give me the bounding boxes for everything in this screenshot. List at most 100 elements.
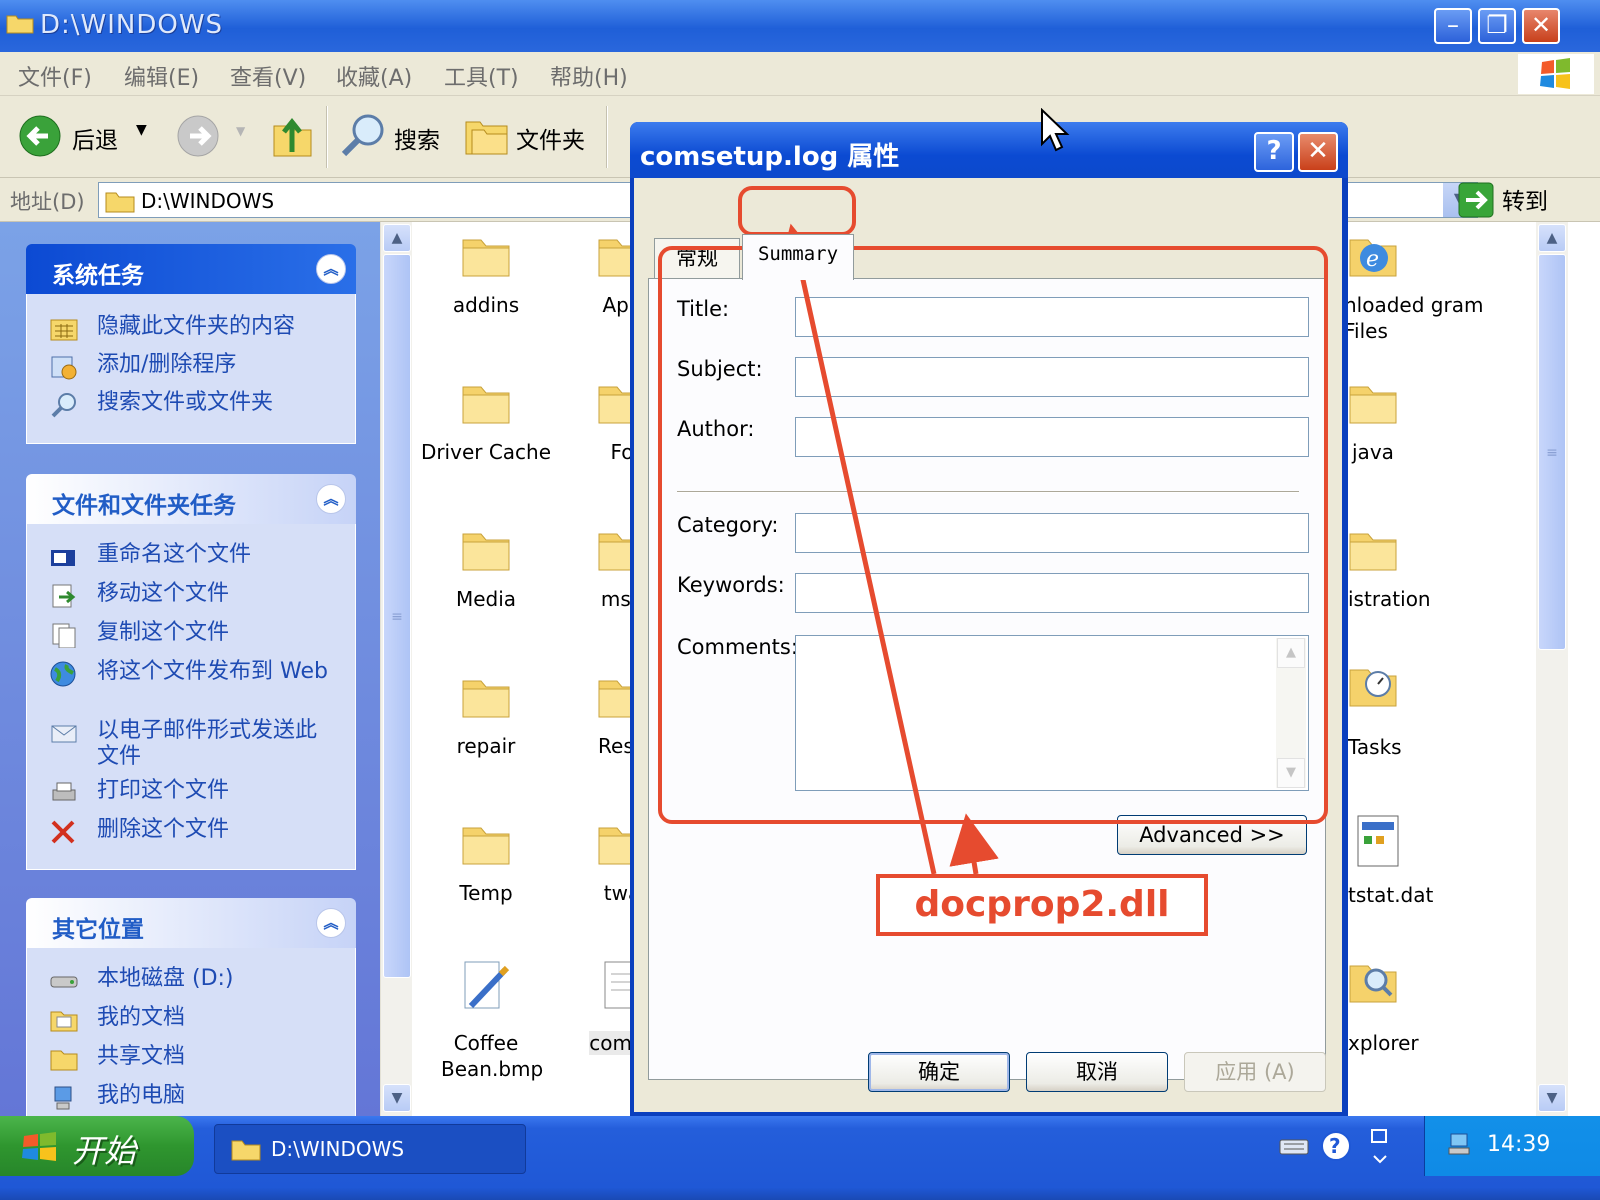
apply-button[interactable]: 应用 (A) [1184, 1052, 1326, 1092]
scroll-up-icon[interactable]: ▲ [1538, 224, 1566, 252]
move-file-icon [52, 584, 76, 608]
svg-text:e: e [1366, 247, 1379, 272]
back-button[interactable]: 后退 [72, 121, 118, 155]
paint-image-icon [461, 958, 511, 1016]
go-arrow-icon[interactable] [1458, 182, 1494, 218]
folder-grid-icon [50, 319, 78, 341]
my-documents-icon [50, 1011, 78, 1032]
up-folder-icon[interactable] [272, 112, 314, 158]
annotation-label: docprop2.dll [876, 874, 1208, 936]
restore-button[interactable]: ❐ [1478, 8, 1516, 44]
menu-help[interactable]: 帮助(H) [550, 60, 628, 92]
taskbar: 开始 D:\WINDOWS ? 14:39 [0, 1116, 1600, 1200]
delete-x-icon [51, 820, 75, 844]
mouse-cursor-icon [1041, 108, 1070, 152]
folder-icon [461, 820, 511, 866]
collapse-chevron-icon[interactable]: ︽ [316, 908, 346, 938]
scroll-thumb[interactable]: ≡ [383, 254, 411, 978]
help-button[interactable]: ? [1254, 132, 1294, 172]
folder-icon [6, 15, 34, 34]
dialog-close-button[interactable]: ✕ [1298, 132, 1338, 172]
file-area-scrollbar[interactable]: ▲ ≡ ▼ [1536, 222, 1568, 1116]
search-icon [51, 393, 76, 418]
ok-button[interactable]: 确定 [868, 1052, 1010, 1092]
go-button[interactable]: 转到 [1502, 182, 1548, 216]
folder-icon [1348, 379, 1398, 425]
system-tasks-panel: 隐藏此文件夹的内容 添加/删除程序 搜索文件或文件夹 [26, 294, 356, 444]
start-label: 开始 [72, 1132, 137, 1170]
window-title: D:\WINDOWS [40, 10, 224, 40]
add-remove-programs-icon [51, 356, 77, 380]
system-tasks-title: 系统任务 [52, 263, 144, 289]
language-bar-icon[interactable] [1368, 1126, 1392, 1168]
windows-logo-icon [22, 1132, 56, 1161]
collapse-chevron-icon[interactable]: ︽ [316, 484, 346, 514]
folders-icon[interactable] [464, 114, 510, 156]
dat-file-icon [1354, 814, 1404, 870]
folder-icon [231, 1140, 261, 1161]
minimize-button[interactable]: – [1434, 8, 1472, 44]
folder-icon [105, 192, 135, 213]
clock: 14:39 [1487, 1132, 1551, 1157]
windows-logo-icon [1518, 54, 1594, 94]
folder-icon [461, 526, 511, 572]
task-pane-scrollbar[interactable]: ▲ ≡ ▼ [380, 222, 412, 1116]
forward-dropdown-icon[interactable]: ▼ [236, 124, 245, 138]
printer-icon [52, 782, 76, 801]
cancel-button[interactable]: 取消 [1026, 1052, 1168, 1092]
network-icon[interactable] [1445, 1130, 1477, 1160]
menu-view[interactable]: 查看(V) [230, 60, 306, 92]
shared-folder-icon [50, 1050, 78, 1071]
scroll-down-icon[interactable]: ▼ [383, 1084, 411, 1112]
other-places-header[interactable]: 其它位置 ︽ [26, 898, 356, 948]
summary-tab-highlight [738, 186, 856, 236]
search-icon[interactable] [340, 112, 386, 158]
close-button[interactable]: ✕ [1522, 8, 1560, 44]
folder-icon [1348, 526, 1398, 572]
search-button[interactable]: 搜索 [394, 121, 440, 155]
keyboard-icon[interactable] [1278, 1132, 1310, 1160]
svg-text:?: ? [1329, 1134, 1341, 1158]
globe-icon [50, 661, 76, 687]
summary-fields-highlight [658, 246, 1328, 824]
folder-icon [461, 379, 511, 425]
scroll-thumb[interactable]: ≡ [1538, 254, 1566, 650]
system-tasks-header[interactable]: 系统任务 ︽ [26, 244, 356, 294]
menu-favorites[interactable]: 收藏(A) [336, 60, 412, 92]
scroll-down-icon[interactable]: ▼ [1538, 1084, 1566, 1112]
hard-drive-icon [50, 976, 78, 988]
file-tasks-title: 文件和文件夹任务 [52, 493, 236, 519]
help-icon[interactable]: ? [1320, 1130, 1352, 1162]
email-envelope-icon [51, 725, 77, 743]
search-folder-icon [1348, 958, 1398, 1012]
tab-summary[interactable]: Summary [742, 234, 854, 280]
back-dropdown-icon[interactable]: ▼ [136, 122, 147, 138]
folder-icon [461, 232, 511, 278]
rename-icon [51, 550, 75, 566]
address-label: 地址(D) [10, 190, 85, 214]
back-arrow-icon[interactable] [18, 114, 62, 158]
dialog-title: comsetup.log 属性 [640, 142, 900, 172]
my-computer-icon [54, 1086, 72, 1110]
internet-explorer-icon: e [1348, 232, 1398, 278]
address-value: D:\WINDOWS [141, 189, 275, 213]
taskbar-item-explorer[interactable]: D:\WINDOWS [214, 1124, 526, 1174]
file-tasks-header[interactable]: 文件和文件夹任务 ︽ [26, 474, 356, 524]
explorer-title-bar: D:\WINDOWS – ❐ ✕ [0, 0, 1600, 52]
dialog-title-bar: comsetup.log 属性 ? ✕ [630, 122, 1348, 178]
folder-icon [461, 673, 511, 719]
system-tray: 14:39 [1424, 1116, 1600, 1176]
start-button[interactable]: 开始 [0, 1116, 194, 1176]
file-tasks-panel: 重命名这个文件 移动这个文件 复制这个文件 将这个文件发布到 Web 以电子邮件… [26, 524, 356, 870]
scheduled-tasks-icon [1348, 662, 1398, 712]
scroll-up-icon[interactable]: ▲ [383, 224, 411, 252]
menu-file[interactable]: 文件(F) [18, 60, 92, 92]
menu-edit[interactable]: 编辑(E) [124, 60, 199, 92]
other-places-title: 其它位置 [52, 917, 144, 943]
menu-tools[interactable]: 工具(T) [444, 60, 519, 92]
folders-button[interactable]: 文件夹 [516, 121, 585, 155]
collapse-chevron-icon[interactable]: ︽ [316, 254, 346, 284]
task-pane: 系统任务 ︽ 隐藏此文件夹的内容 添加/删除程序 搜索文件或文件夹 文件和文件夹… [0, 222, 380, 1148]
forward-arrow-icon[interactable] [176, 114, 220, 158]
copy-file-icon [52, 623, 76, 648]
